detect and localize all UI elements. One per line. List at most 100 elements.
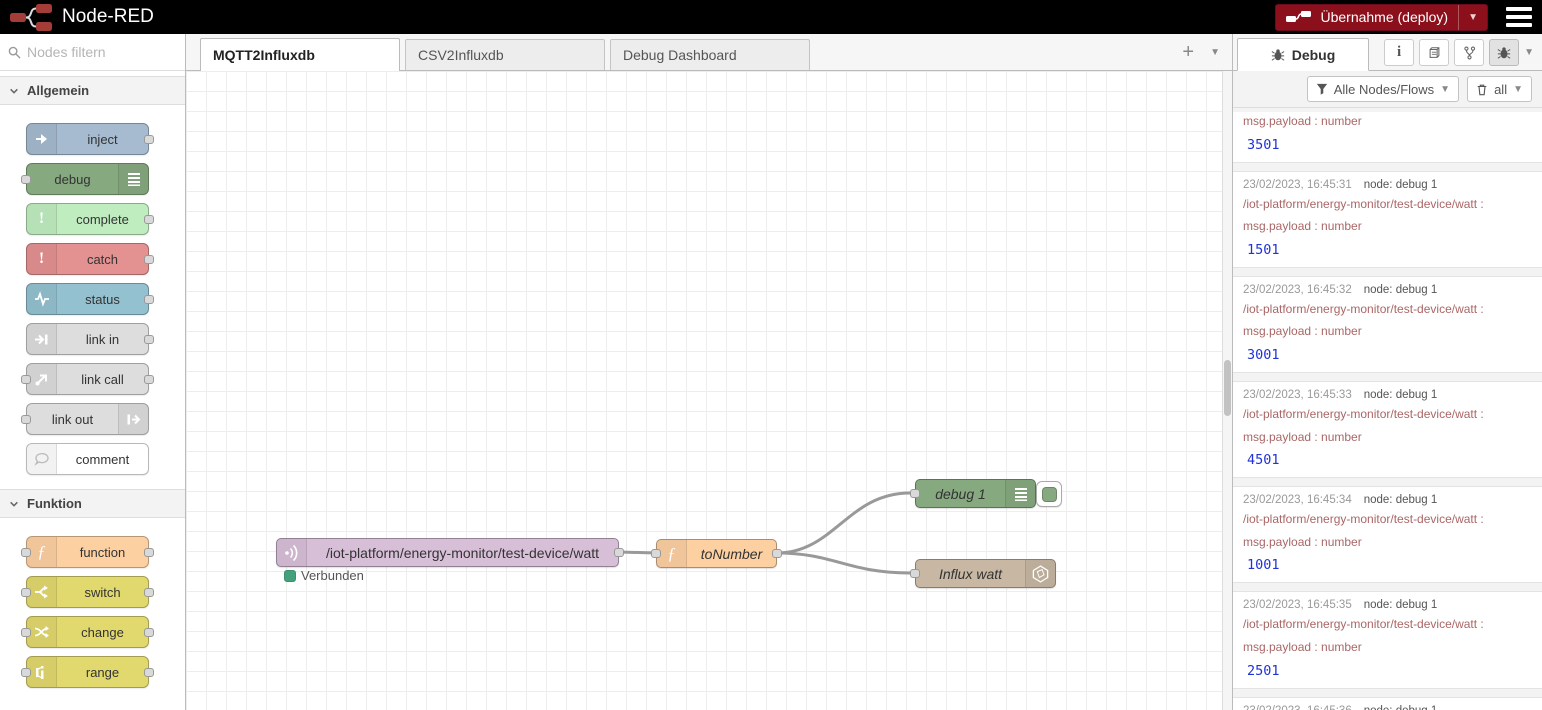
flow-node-influx-watt[interactable]: Influx watt: [915, 559, 1056, 588]
input-port[interactable]: [21, 175, 31, 184]
debug-message[interactable]: msg.payload : number 3501: [1233, 112, 1542, 163]
input-port[interactable]: [21, 668, 31, 677]
msg-node: node: debug 1: [1364, 599, 1438, 611]
node-label: toNumber: [687, 540, 776, 567]
output-port[interactable]: [772, 549, 782, 558]
tab-label: Debug Dashboard: [623, 47, 737, 63]
debug-message[interactable]: 23/02/2023, 16:45:34node: debug 1 /iot-p…: [1233, 486, 1542, 583]
palette-search: [0, 34, 185, 71]
output-port[interactable]: [144, 255, 154, 264]
deploy-options-caret[interactable]: ▼: [1458, 5, 1487, 30]
flow-node-mqtt-in[interactable]: /iot-platform/energy-monitor/test-device…: [276, 538, 619, 567]
palette-node-inject[interactable]: inject: [26, 123, 149, 155]
filter-label: Alle Nodes/Flows: [1334, 82, 1434, 97]
link-in-icon: [27, 324, 57, 354]
input-port[interactable]: [910, 489, 920, 498]
output-port[interactable]: [144, 548, 154, 557]
input-port[interactable]: [21, 548, 31, 557]
palette-node-link-in[interactable]: link in: [26, 323, 149, 355]
debug-filter-button[interactable]: Alle Nodes/Flows ▼: [1307, 76, 1459, 102]
scrollbar-thumb[interactable]: [1224, 360, 1231, 416]
output-port[interactable]: [144, 335, 154, 344]
msg-node: node: debug 1: [1364, 389, 1438, 401]
msg-topic: /iot-platform/energy-monitor/test-device…: [1243, 512, 1532, 528]
output-port[interactable]: [144, 295, 154, 304]
debug-message[interactable]: 23/02/2023, 16:45:33node: debug 1 /iot-p…: [1233, 381, 1542, 478]
palette-node-catch[interactable]: ! catch: [26, 243, 149, 275]
info-tab-button[interactable]: i: [1384, 39, 1414, 66]
output-port[interactable]: [144, 628, 154, 637]
tab-debug[interactable]: Debug: [1237, 38, 1369, 71]
palette-node-status[interactable]: status: [26, 283, 149, 315]
msg-topic: /iot-platform/energy-monitor/test-device…: [1243, 617, 1532, 633]
msg-topic: /iot-platform/energy-monitor/test-device…: [1243, 407, 1532, 423]
debug-message[interactable]: 23/02/2023, 16:45:32node: debug 1 /iot-p…: [1233, 276, 1542, 373]
palette-node-function[interactable]: ƒ function: [26, 536, 149, 568]
flow-node-debug-1[interactable]: debug 1: [915, 479, 1036, 508]
flow-canvas[interactable]: /iot-platform/energy-monitor/test-device…: [186, 71, 1232, 710]
sidebar-menu-caret[interactable]: ▼: [1524, 47, 1534, 58]
palette-node-debug[interactable]: debug: [26, 163, 149, 195]
flow-node-tonumber[interactable]: ƒ toNumber: [656, 539, 777, 568]
input-port[interactable]: [21, 415, 31, 424]
mqtt-node-status: Verbunden: [284, 568, 364, 583]
debug-message[interactable]: 23/02/2023, 16:45:31node: debug 1 /iot-p…: [1233, 171, 1542, 268]
palette-search-input[interactable]: [27, 44, 157, 60]
input-port[interactable]: [21, 628, 31, 637]
output-port[interactable]: [144, 588, 154, 597]
msg-value: 3501: [1243, 137, 1532, 153]
palette-node-comment[interactable]: comment: [26, 443, 149, 475]
palette-node-link-out[interactable]: link out: [26, 403, 149, 435]
output-port[interactable]: [144, 135, 154, 144]
msg-value: 1001: [1243, 557, 1532, 573]
tab-label: CSV2Influxdb: [418, 47, 504, 63]
msg-node: node: debug 1: [1364, 179, 1438, 191]
debug-message[interactable]: 23/02/2023, 16:45:36node: debug 1 /iot-p…: [1233, 697, 1542, 710]
status-text: Verbunden: [301, 568, 364, 583]
palette-node-link-call[interactable]: link call: [26, 363, 149, 395]
palette-section-allgemein[interactable]: Allgemein: [0, 76, 185, 105]
debug-message-list[interactable]: msg.payload : number 3501 23/02/2023, 16…: [1233, 108, 1542, 710]
book-icon: [1427, 46, 1442, 60]
msg-payload-path: msg.payload : number: [1243, 324, 1532, 340]
palette-section-funktion[interactable]: Funktion: [0, 489, 185, 518]
flow-tabbar: MQTT2Influxdb CSV2Influxdb Debug Dashboa…: [186, 34, 1232, 71]
clear-caret: ▼: [1513, 84, 1523, 95]
debug-enable-toggle[interactable]: [1036, 481, 1062, 507]
tab-mqtt2influxdb[interactable]: MQTT2Influxdb: [200, 38, 400, 71]
input-port[interactable]: [21, 375, 31, 384]
debug-message[interactable]: 23/02/2023, 16:45:35node: debug 1 /iot-p…: [1233, 591, 1542, 688]
msg-payload-path: msg.payload : number: [1243, 219, 1532, 235]
palette-node-switch[interactable]: switch: [26, 576, 149, 608]
tab-csv2influxdb[interactable]: CSV2Influxdb: [405, 39, 605, 70]
node-label: link in: [57, 324, 148, 354]
debug-tab-button[interactable]: [1489, 39, 1519, 66]
palette-node-complete[interactable]: ! complete: [26, 203, 149, 235]
msg-timestamp: 23/02/2023, 16:45:34: [1243, 494, 1352, 506]
msg-timestamp: 23/02/2023, 16:45:36: [1243, 705, 1352, 710]
sidebar-toolbar: Debug i ▼: [1233, 34, 1542, 71]
flow-list-caret[interactable]: ▼: [1210, 47, 1220, 58]
output-port[interactable]: [144, 375, 154, 384]
input-port[interactable]: [651, 549, 661, 558]
palette-node-change[interactable]: change: [26, 616, 149, 648]
input-port[interactable]: [21, 588, 31, 597]
deploy-icon: [1286, 11, 1312, 23]
influxdb-hexagon-icon: [1025, 560, 1055, 587]
git-branch-button[interactable]: [1454, 39, 1484, 66]
bug-icon: [1497, 46, 1511, 60]
debug-clear-button[interactable]: all ▼: [1467, 76, 1532, 102]
output-port[interactable]: [144, 668, 154, 677]
tab-debug-dashboard[interactable]: Debug Dashboard: [610, 39, 810, 70]
deploy-button[interactable]: Übernahme (deploy) ▼: [1275, 4, 1488, 31]
switch-icon: [27, 577, 57, 607]
output-port[interactable]: [144, 215, 154, 224]
palette-node-range[interactable]: range: [26, 656, 149, 688]
help-book-button[interactable]: [1419, 39, 1449, 66]
add-flow-button[interactable]: +: [1182, 42, 1194, 62]
output-port[interactable]: [614, 548, 624, 557]
main-menu-button[interactable]: [1506, 7, 1532, 27]
canvas-vertical-scrollbar[interactable]: [1222, 71, 1232, 710]
input-port[interactable]: [910, 569, 920, 578]
node-red-logo-icon: [10, 4, 54, 31]
